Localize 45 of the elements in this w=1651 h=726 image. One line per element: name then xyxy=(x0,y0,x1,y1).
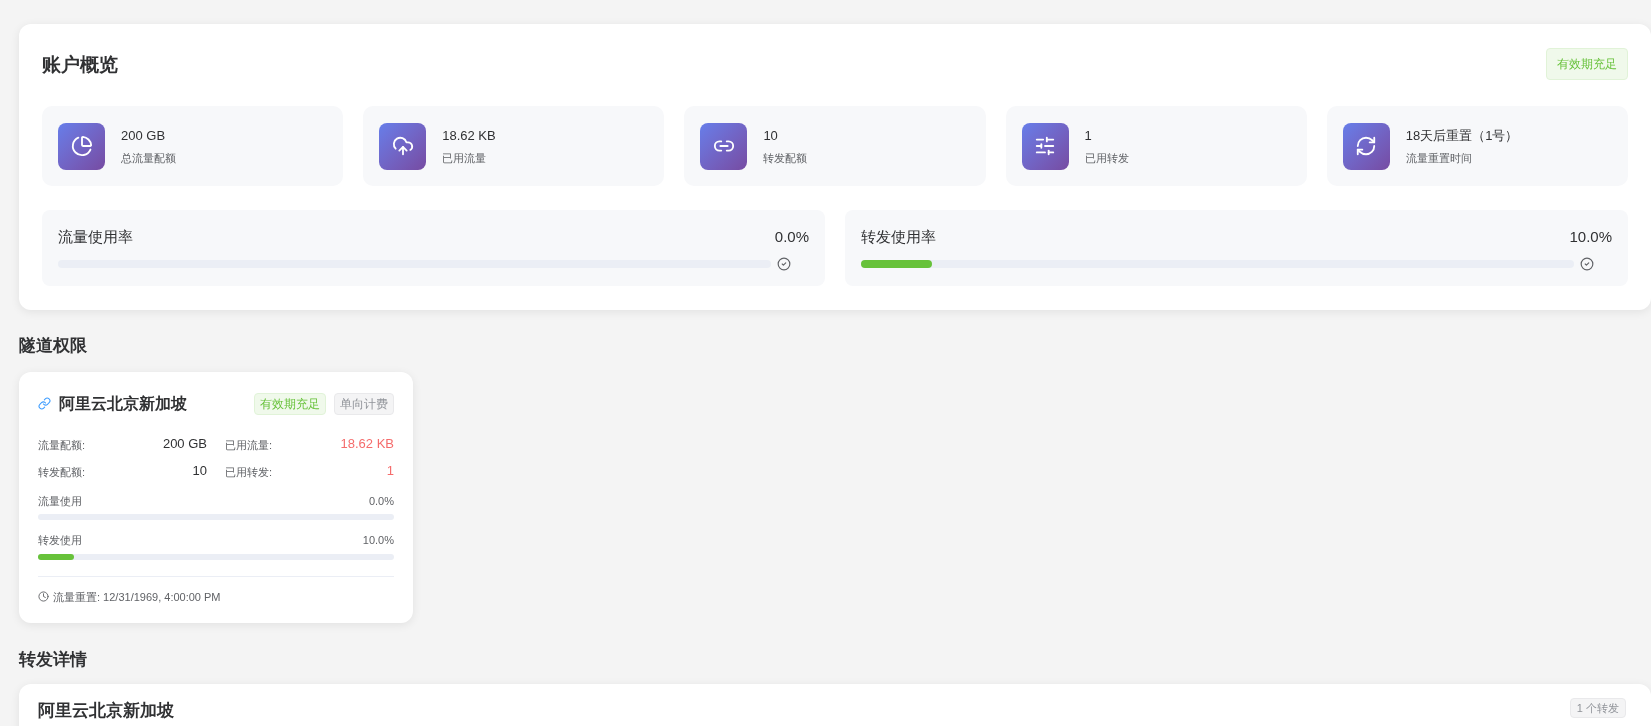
cloud-upload-icon xyxy=(379,122,427,170)
quota-value: 200 GB xyxy=(162,434,207,453)
usage-reading: 0.0% xyxy=(368,493,394,509)
refresh-icon xyxy=(1342,122,1390,170)
section-title: 隧道权限 xyxy=(19,335,88,357)
section-title: 账户概览 xyxy=(42,52,118,77)
section-title: 转发详情 xyxy=(19,649,88,671)
stat-value: 18.62 KB xyxy=(442,127,496,145)
tunnel-name: 阿里云北京新加坡 xyxy=(59,393,187,414)
stat-value: 10 xyxy=(763,127,779,145)
stat-label: 已用转发 xyxy=(1084,150,1129,166)
link-icon xyxy=(700,122,748,170)
tag: 单向计费 xyxy=(334,392,394,415)
check-circle-icon xyxy=(1580,256,1594,271)
quota-label: 已用流量: xyxy=(225,437,273,453)
link-icon xyxy=(38,397,51,410)
reset-time: 流量重置: 12/31/1969, 4:00:00 PM xyxy=(53,589,221,605)
quota-value: 18.62 KB xyxy=(340,434,394,453)
stat-label: 转发配额 xyxy=(763,150,808,166)
tag: 有效期充足 xyxy=(254,392,326,415)
usage-label: 转发使用 xyxy=(38,533,82,548)
quota-label: 转发配额: xyxy=(38,465,86,480)
check-circle-icon xyxy=(777,256,791,271)
status-tag: 有效期充足 xyxy=(1546,48,1628,80)
forward-name: 阿里云北京新加坡 xyxy=(38,699,174,722)
quota-label: 流量配额: xyxy=(38,437,86,453)
quota-value: 10 xyxy=(192,462,207,480)
usage-label: 转发使用率 xyxy=(861,227,936,247)
stat-label: 总流量配额 xyxy=(121,150,176,166)
stat-label: 已用流量 xyxy=(442,150,488,166)
quota-label: 已用转发: xyxy=(225,465,273,480)
usage-reading: 10.0% xyxy=(362,533,394,548)
sliders-icon xyxy=(1021,122,1069,170)
usage-reading: 0.0% xyxy=(774,227,809,247)
count-tag: 1 个转发 xyxy=(1569,697,1626,718)
stat-value: 200 GB xyxy=(121,127,167,145)
usage-label: 流量使用率 xyxy=(58,227,133,247)
usage-label: 流量使用 xyxy=(38,493,82,509)
usage-reading: 10.0% xyxy=(1569,227,1612,247)
quota-value: 1 xyxy=(386,462,394,480)
clock-icon xyxy=(38,591,49,603)
stat-label: 流量重置时间 xyxy=(1405,150,1473,166)
stat-value: 1 xyxy=(1084,127,1093,145)
stat-value: 18天后重置（1号） xyxy=(1405,127,1519,145)
pie-chart-icon xyxy=(58,122,105,170)
